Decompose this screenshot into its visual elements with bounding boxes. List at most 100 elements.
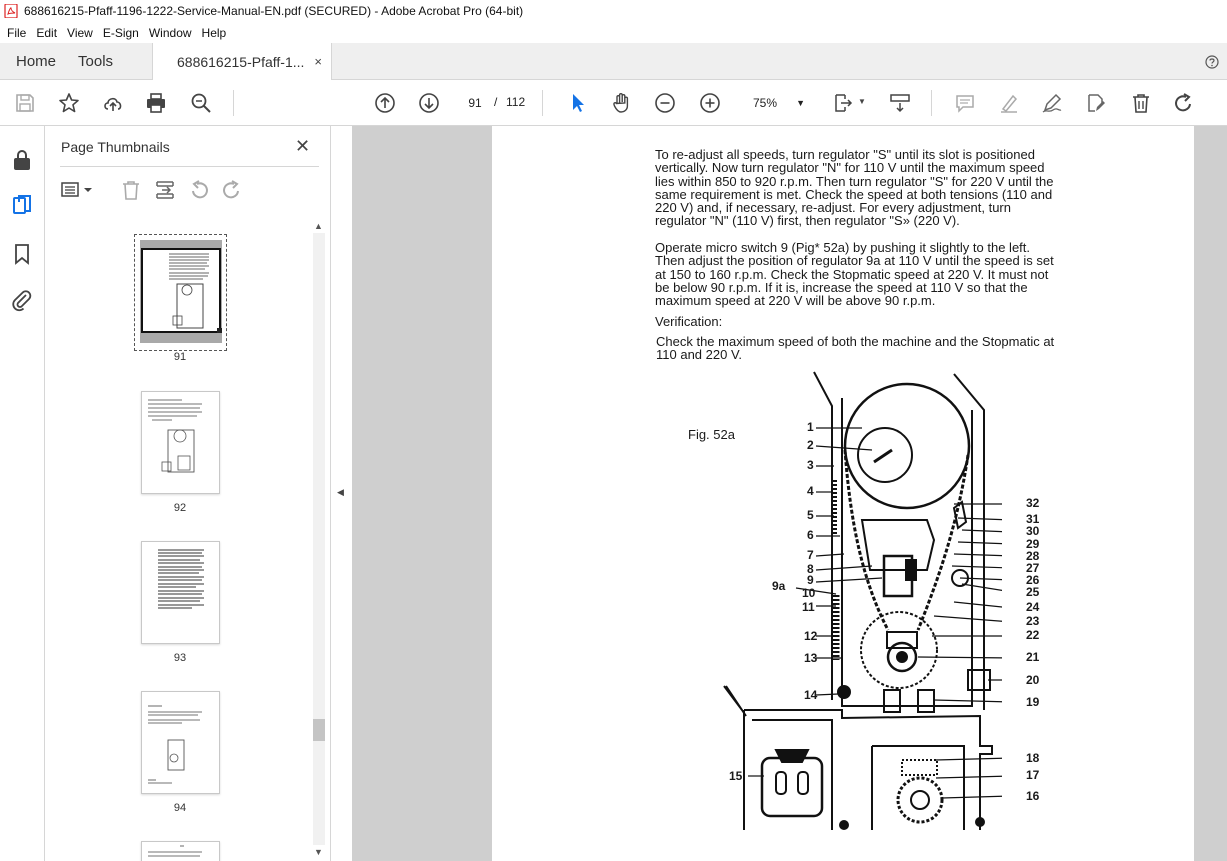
callout-3: 3 bbox=[807, 458, 814, 472]
bookmark-star-icon[interactable] bbox=[57, 91, 81, 115]
rotate-clockwise-icon[interactable] bbox=[221, 179, 243, 201]
menu-window[interactable]: Window bbox=[144, 26, 197, 40]
callout-6: 6 bbox=[807, 528, 814, 542]
callout-4: 4 bbox=[807, 484, 814, 498]
tab-tools[interactable]: Tools bbox=[72, 43, 129, 79]
comment-icon[interactable] bbox=[953, 91, 977, 115]
toolbar-divider bbox=[233, 90, 234, 116]
page-display-icon[interactable] bbox=[832, 91, 856, 115]
upload-cloud-icon[interactable] bbox=[101, 91, 125, 115]
extract-pages-icon[interactable] bbox=[154, 179, 176, 201]
help-icon[interactable] bbox=[1205, 55, 1219, 69]
thumbnail-content-preview bbox=[169, 253, 209, 329]
thumbnail-page-93[interactable] bbox=[141, 541, 220, 644]
rotate-counterclockwise-icon[interactable] bbox=[188, 179, 210, 201]
thumbnail-page-number: 91 bbox=[173, 351, 187, 363]
find-zoom-icon[interactable] bbox=[189, 91, 213, 115]
thumbnail-options-icon[interactable] bbox=[60, 179, 94, 201]
bookmark-icon[interactable] bbox=[10, 242, 34, 266]
thumbnail-content-preview bbox=[148, 705, 202, 784]
select-cursor-icon[interactable] bbox=[566, 91, 590, 115]
chevron-down-icon: ▼ bbox=[796, 98, 805, 108]
callout-19: 19 bbox=[1026, 695, 1040, 709]
delete-page-icon[interactable] bbox=[120, 179, 142, 201]
page-separator: / bbox=[494, 95, 498, 109]
callout-30: 30 bbox=[1026, 524, 1040, 538]
lock-icon[interactable] bbox=[10, 148, 34, 172]
delete-trash-icon[interactable] bbox=[1129, 91, 1153, 115]
callout-7: 7 bbox=[807, 548, 814, 562]
document-paragraph-2: Operate micro switch 9 (Pig* 52a) by pus… bbox=[655, 240, 1054, 309]
callout-20: 20 bbox=[1026, 673, 1040, 687]
thumbnail-page-number: 94 bbox=[173, 802, 187, 814]
thumbnail-page-92[interactable] bbox=[141, 391, 220, 494]
highlight-pen-icon[interactable] bbox=[997, 91, 1021, 115]
menu-view[interactable]: View bbox=[62, 26, 98, 40]
zoom-value: 75% bbox=[753, 96, 778, 110]
page-thumbnails-panel: Page Thumbnails ✕ 91 92 93 94 ▲ ▼ bbox=[45, 126, 331, 861]
main-toolbar: ▼ bbox=[0, 80, 1227, 126]
redo-rotate-icon[interactable] bbox=[1172, 91, 1196, 115]
close-tab-icon[interactable]: × bbox=[314, 54, 322, 69]
panel-title: Page Thumbnails bbox=[61, 139, 170, 155]
close-panel-icon[interactable]: ✕ bbox=[295, 136, 310, 157]
previous-page-icon[interactable] bbox=[373, 91, 397, 115]
title-bar: 688616215-Pfaff-1196-1222-Service-Manual… bbox=[0, 0, 1227, 22]
callout-18: 18 bbox=[1026, 751, 1040, 765]
thumbnail-page-95[interactable] bbox=[141, 841, 220, 861]
zoom-dropdown[interactable]: 75% ▼ bbox=[743, 92, 809, 114]
tab-document-label: 688616215-Pfaff-1... bbox=[177, 53, 305, 70]
window-title: 688616215-Pfaff-1196-1222-Service-Manual… bbox=[24, 4, 524, 18]
print-icon[interactable] bbox=[144, 91, 168, 115]
callout-9: 9 bbox=[807, 573, 814, 587]
total-pages: 112 bbox=[506, 95, 526, 109]
edit-pdf-icon[interactable] bbox=[1084, 91, 1108, 115]
page-number-input[interactable]: 91 bbox=[461, 92, 489, 114]
document-paragraph-1: To re-adjust all speeds, turn regulator … bbox=[655, 147, 1054, 229]
menu-edit[interactable]: Edit bbox=[31, 26, 62, 40]
thumbnail-page-91[interactable] bbox=[134, 234, 227, 351]
technical-drawing-fig52a bbox=[723, 371, 1002, 830]
callout-17: 17 bbox=[1026, 768, 1040, 782]
collapse-panel-icon[interactable]: ◀ bbox=[337, 487, 344, 498]
hand-tool-icon[interactable] bbox=[610, 91, 634, 115]
left-tool-rail bbox=[0, 126, 45, 861]
callout-25: 25 bbox=[1026, 585, 1040, 599]
pdf-page-91: To re-adjust all speeds, turn regulator … bbox=[492, 126, 1194, 861]
callout-21: 21 bbox=[1026, 650, 1040, 664]
tab-document[interactable]: 688616215-Pfaff-1... × bbox=[152, 43, 332, 80]
scroll-up-arrow-icon[interactable]: ▲ bbox=[314, 221, 323, 231]
menu-help[interactable]: Help bbox=[197, 26, 232, 40]
zoom-in-icon[interactable] bbox=[698, 91, 722, 115]
scrollbar-track[interactable] bbox=[313, 233, 325, 845]
panel-divider bbox=[60, 166, 319, 167]
document-viewer[interactable]: To re-adjust all speeds, turn regulator … bbox=[352, 126, 1227, 861]
callout-12: 12 bbox=[804, 629, 818, 643]
toolbar-divider bbox=[542, 90, 543, 116]
menu-file[interactable]: File bbox=[2, 26, 31, 40]
tab-home[interactable]: Home bbox=[0, 43, 72, 79]
callout-11: 11 bbox=[802, 600, 815, 614]
callout-16: 16 bbox=[1026, 789, 1040, 803]
callout-22: 22 bbox=[1026, 628, 1040, 642]
save-icon[interactable] bbox=[13, 91, 37, 115]
acrobat-pdf-icon bbox=[4, 4, 18, 18]
callout-9a: 9a bbox=[772, 579, 786, 593]
callout-5: 5 bbox=[807, 508, 814, 522]
page-display-caret-icon[interactable]: ▼ bbox=[858, 97, 866, 106]
attachment-paperclip-icon[interactable] bbox=[10, 288, 34, 312]
next-page-icon[interactable] bbox=[417, 91, 441, 115]
scroll-down-arrow-icon[interactable]: ▼ bbox=[314, 847, 323, 857]
menu-esign[interactable]: E-Sign bbox=[98, 26, 144, 40]
thumbnail-content-preview bbox=[148, 845, 202, 857]
sign-pen-icon[interactable] bbox=[1040, 91, 1064, 115]
callout-23: 23 bbox=[1026, 614, 1040, 628]
callout-1: 1 bbox=[807, 420, 814, 434]
thumbnail-page-94[interactable] bbox=[141, 691, 220, 794]
scrolling-mode-icon[interactable] bbox=[888, 91, 912, 115]
page-thumbnails-icon[interactable] bbox=[10, 194, 34, 218]
scrollbar-thumb[interactable] bbox=[313, 719, 325, 741]
zoom-out-icon[interactable] bbox=[653, 91, 677, 115]
thumbnail-scrollbar[interactable]: ▲ ▼ bbox=[309, 219, 325, 859]
document-paragraph-3: Check the maximum speed of both the mach… bbox=[656, 334, 1055, 363]
